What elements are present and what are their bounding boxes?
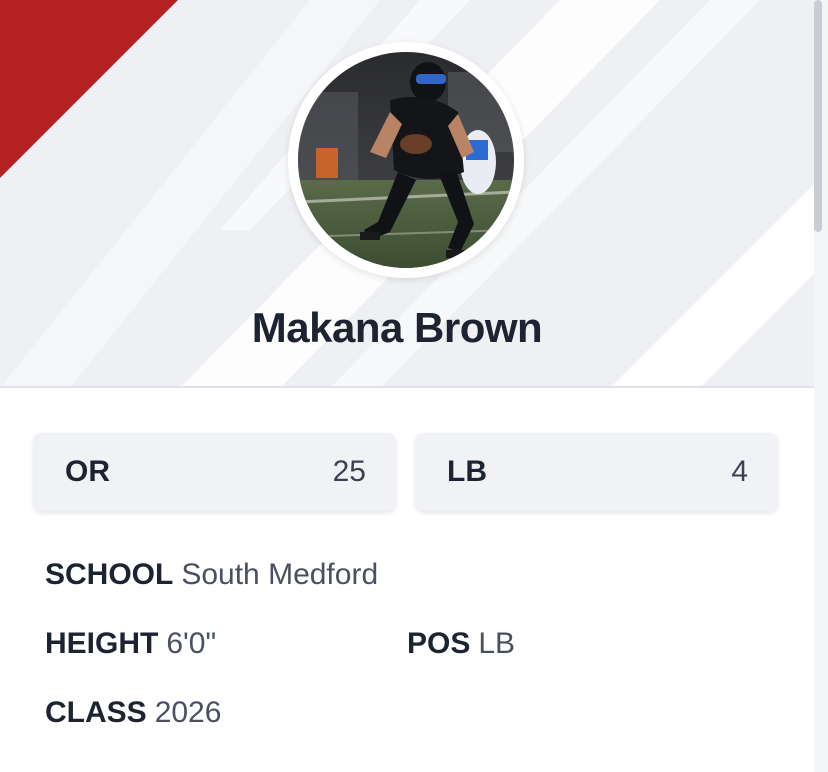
height-detail: HEIGHT 6'0" xyxy=(45,627,216,661)
class-label: CLASS xyxy=(45,696,147,729)
player-photo-icon xyxy=(298,52,514,268)
header-divider xyxy=(0,386,828,388)
scrollbar-thumb[interactable] xyxy=(814,0,822,232)
pos-label: POS xyxy=(407,627,471,660)
class-value: 2026 xyxy=(154,696,222,729)
player-name: Makana Brown xyxy=(251,304,543,351)
school-label: SCHOOL xyxy=(45,558,174,591)
height-label: HEIGHT xyxy=(45,627,159,660)
position-rank-card[interactable]: LB 4 xyxy=(415,433,778,511)
school-value: South Medford xyxy=(181,558,379,591)
position-detail: POS LB xyxy=(407,627,515,661)
state-rank-value: 25 xyxy=(332,455,366,488)
school-detail: SCHOOL South Medford xyxy=(45,558,378,592)
position-rank-value: 4 xyxy=(731,455,748,488)
avatar[interactable] xyxy=(288,42,524,278)
player-profile-page: Makana Brown OR 25 LB 4 SCHOOL South Medf… xyxy=(0,0,828,772)
pos-value: LB xyxy=(478,627,516,660)
state-rank-card[interactable]: OR 25 xyxy=(33,433,396,511)
height-value: 6'0" xyxy=(166,627,217,660)
position-rank-label: LB xyxy=(447,455,487,488)
state-rank-label: OR xyxy=(65,455,110,488)
class-detail: CLASS 2026 xyxy=(45,696,221,730)
